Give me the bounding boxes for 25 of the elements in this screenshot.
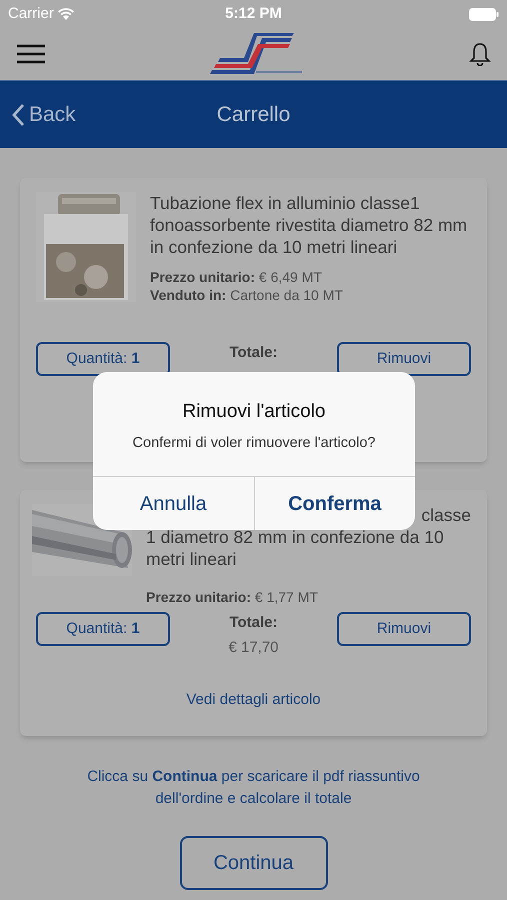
sold-unit: Venduto in: Cartone da 10 MT bbox=[150, 286, 344, 304]
total-label: Totale: bbox=[229, 613, 278, 633]
continue-button[interactable]: Continua bbox=[180, 836, 328, 890]
page-title: Carrello bbox=[216, 102, 290, 128]
dialog-message: Confermi di voler rimuovere l'articolo? bbox=[132, 434, 376, 452]
battery-icon bbox=[468, 8, 499, 20]
product-title: Tubazione flex in alluminio classe1 fonoassorbente rivestita diametro 82 mm in confezione da 10 metri lineari bbox=[150, 192, 468, 258]
remove-button[interactable]: Rimuovi bbox=[336, 612, 471, 646]
quantity-button[interactable]: Quantità: 1 bbox=[36, 612, 170, 646]
product-title: classe bbox=[421, 504, 471, 526]
clock: 5:12 PM bbox=[225, 4, 282, 24]
chevron-icon bbox=[12, 102, 25, 126]
unit-price: Prezzo unitario: € 6,49 MT bbox=[150, 268, 323, 286]
hint-text: Clicca su Continua per scaricare il pdf riassuntivo dell'ordine e calcolare il totale bbox=[86, 767, 421, 809]
dialog-title: Rimuovi l'articolo bbox=[181, 400, 326, 424]
bell-icon[interactable] bbox=[469, 42, 491, 66]
carrier-label: Carrier bbox=[8, 4, 54, 24]
total-label: Totale: bbox=[229, 343, 278, 363]
back-button[interactable]: Back bbox=[12, 98, 76, 130]
total-value: € 17,70 bbox=[228, 638, 279, 658]
wifi-icon bbox=[58, 8, 74, 20]
unit-price: Prezzo unitario: € 1,77 MT bbox=[146, 588, 319, 606]
details-link[interactable]: Vedi dettagli articolo bbox=[186, 689, 321, 712]
cancel-button[interactable]: Annulla bbox=[93, 477, 254, 530]
menu-icon[interactable] bbox=[16, 44, 46, 64]
